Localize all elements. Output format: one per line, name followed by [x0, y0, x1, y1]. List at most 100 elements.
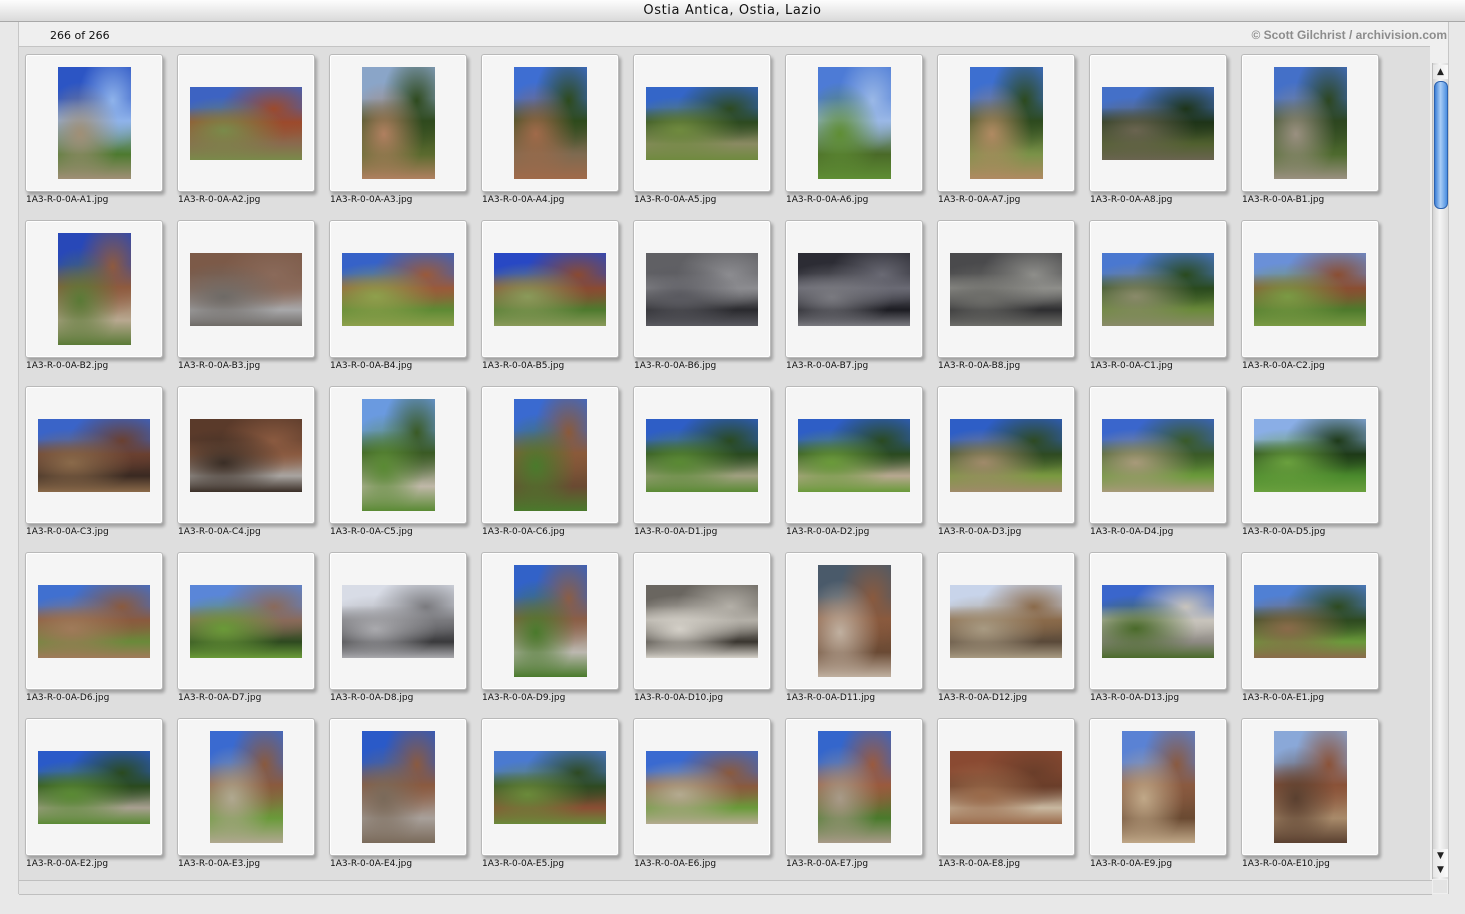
thumbnail-item[interactable]: 1A3-R-0-0A-E9.jpg	[1089, 718, 1241, 881]
thumbnail-item[interactable]: 1A3-R-0-0A-A2.jpg	[177, 54, 329, 220]
photo-thumbnail[interactable]	[342, 584, 454, 658]
thumbnail-item[interactable]: 1A3-R-0-0A-C4.jpg	[177, 386, 329, 552]
thumbnail-item[interactable]: 1A3-R-0-0A-C3.jpg	[25, 386, 177, 552]
photo-thumbnail[interactable]	[38, 750, 150, 824]
slide-mount[interactable]	[177, 718, 315, 856]
slide-mount[interactable]	[25, 718, 163, 856]
thumbnail-item[interactable]: 1A3-R-0-0A-A7.jpg	[937, 54, 1089, 220]
photo-thumbnail[interactable]	[646, 252, 758, 326]
slide-mount[interactable]	[25, 220, 163, 358]
thumbnail-item[interactable]: 1A3-R-0-0A-A5.jpg	[633, 54, 785, 220]
photo-thumbnail[interactable]	[190, 86, 302, 160]
photo-thumbnail[interactable]	[1102, 252, 1214, 326]
slide-mount[interactable]	[481, 54, 619, 192]
thumbnail-item[interactable]: 1A3-R-0-0A-D3.jpg	[937, 386, 1089, 552]
photo-thumbnail[interactable]	[798, 252, 910, 326]
photo-thumbnail[interactable]	[798, 418, 910, 492]
thumbnail-item[interactable]: 1A3-R-0-0A-E7.jpg	[785, 718, 937, 881]
thumbnail-item[interactable]: 1A3-R-0-0A-B5.jpg	[481, 220, 633, 386]
slide-mount[interactable]	[481, 386, 619, 524]
slide-mount[interactable]	[1089, 220, 1227, 358]
slide-mount[interactable]	[177, 220, 315, 358]
thumbnail-item[interactable]: 1A3-R-0-0A-D9.jpg	[481, 552, 633, 718]
photo-thumbnail[interactable]	[494, 252, 606, 326]
slide-mount[interactable]	[785, 718, 923, 856]
thumbnail-item[interactable]: 1A3-R-0-0A-C6.jpg	[481, 386, 633, 552]
photo-thumbnail[interactable]	[361, 67, 435, 179]
thumbnail-item[interactable]: 1A3-R-0-0A-D5.jpg	[1241, 386, 1393, 552]
photo-thumbnail[interactable]	[1102, 86, 1214, 160]
photo-thumbnail[interactable]	[646, 584, 758, 658]
slide-mount[interactable]	[785, 386, 923, 524]
slide-mount[interactable]	[177, 386, 315, 524]
slide-mount[interactable]	[1241, 386, 1379, 524]
photo-thumbnail[interactable]	[1121, 731, 1195, 843]
thumbnail-item[interactable]: 1A3-R-0-0A-D2.jpg	[785, 386, 937, 552]
slide-mount[interactable]	[25, 386, 163, 524]
slide-mount[interactable]	[1241, 718, 1379, 856]
photo-thumbnail[interactable]	[646, 750, 758, 824]
photo-thumbnail[interactable]	[950, 750, 1062, 824]
photo-thumbnail[interactable]	[969, 67, 1043, 179]
photo-thumbnail[interactable]	[950, 252, 1062, 326]
photo-thumbnail[interactable]	[513, 67, 587, 179]
photo-thumbnail[interactable]	[513, 565, 587, 677]
slide-mount[interactable]	[329, 386, 467, 524]
photo-thumbnail[interactable]	[38, 584, 150, 658]
photo-thumbnail[interactable]	[646, 418, 758, 492]
horizontal-scrollbar[interactable]	[19, 880, 1432, 895]
resize-corner[interactable]	[1433, 880, 1447, 893]
slide-mount[interactable]	[1089, 386, 1227, 524]
slide-mount[interactable]	[25, 552, 163, 690]
photo-thumbnail[interactable]	[817, 565, 891, 677]
slide-mount[interactable]	[785, 220, 923, 358]
thumbnail-item[interactable]: 1A3-R-0-0A-E5.jpg	[481, 718, 633, 881]
slide-mount[interactable]	[481, 220, 619, 358]
thumbnail-item[interactable]: 1A3-R-0-0A-C2.jpg	[1241, 220, 1393, 386]
slide-mount[interactable]	[177, 54, 315, 192]
photo-thumbnail[interactable]	[1254, 252, 1366, 326]
slide-mount[interactable]	[633, 54, 771, 192]
thumbnail-item[interactable]: 1A3-R-0-0A-B2.jpg	[25, 220, 177, 386]
slide-mount[interactable]	[177, 552, 315, 690]
thumbnail-item[interactable]: 1A3-R-0-0A-D8.jpg	[329, 552, 481, 718]
slide-mount[interactable]	[481, 552, 619, 690]
thumbnail-item[interactable]: 1A3-R-0-0A-D1.jpg	[633, 386, 785, 552]
thumbnail-item[interactable]: 1A3-R-0-0A-E10.jpg	[1241, 718, 1393, 881]
thumbnail-item[interactable]: 1A3-R-0-0A-E1.jpg	[1241, 552, 1393, 718]
slide-mount[interactable]	[481, 718, 619, 856]
photo-thumbnail[interactable]	[1102, 584, 1214, 658]
slide-mount[interactable]	[937, 718, 1075, 856]
slide-mount[interactable]	[1089, 54, 1227, 192]
thumbnail-item[interactable]: 1A3-R-0-0A-E3.jpg	[177, 718, 329, 881]
thumbnail-item[interactable]: 1A3-R-0-0A-E2.jpg	[25, 718, 177, 881]
thumbnail-item[interactable]: 1A3-R-0-0A-A8.jpg	[1089, 54, 1241, 220]
photo-thumbnail[interactable]	[57, 67, 131, 179]
slide-mount[interactable]	[785, 54, 923, 192]
photo-thumbnail[interactable]	[1102, 418, 1214, 492]
vertical-scrollbar[interactable]: ▲ ▼ ▼	[1432, 63, 1448, 879]
thumbnail-item[interactable]: 1A3-R-0-0A-D11.jpg	[785, 552, 937, 718]
photo-thumbnail[interactable]	[190, 252, 302, 326]
slide-mount[interactable]	[785, 552, 923, 690]
slide-mount[interactable]	[937, 552, 1075, 690]
slide-mount[interactable]	[1241, 220, 1379, 358]
scrollbar-thumb[interactable]	[1434, 81, 1448, 209]
thumbnail-item[interactable]: 1A3-R-0-0A-C1.jpg	[1089, 220, 1241, 386]
slide-mount[interactable]	[633, 220, 771, 358]
slide-mount[interactable]	[633, 552, 771, 690]
slide-mount[interactable]	[25, 54, 163, 192]
photo-thumbnail[interactable]	[1273, 731, 1347, 843]
photo-thumbnail[interactable]	[646, 86, 758, 160]
thumbnail-item[interactable]: 1A3-R-0-0A-B7.jpg	[785, 220, 937, 386]
thumbnail-item[interactable]: 1A3-R-0-0A-D12.jpg	[937, 552, 1089, 718]
slide-mount[interactable]	[937, 386, 1075, 524]
thumbnail-item[interactable]: 1A3-R-0-0A-B1.jpg	[1241, 54, 1393, 220]
scroll-down-arrow-icon[interactable]: ▼	[1433, 863, 1448, 877]
slide-mount[interactable]	[633, 386, 771, 524]
thumbnail-item[interactable]: 1A3-R-0-0A-A4.jpg	[481, 54, 633, 220]
photo-thumbnail[interactable]	[950, 418, 1062, 492]
photo-thumbnail[interactable]	[513, 399, 587, 511]
photo-thumbnail[interactable]	[817, 67, 891, 179]
photo-thumbnail[interactable]	[817, 731, 891, 843]
